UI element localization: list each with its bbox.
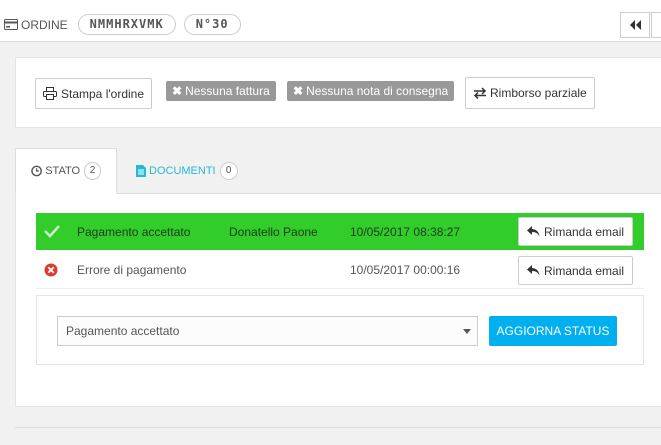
order-title: ORDINE NMMHRXVMK N°30 bbox=[4, 14, 249, 35]
order-header: ORDINE NMMHRXVMK N°30 bbox=[0, 0, 661, 42]
history-status: Pagamento accettato bbox=[77, 224, 191, 239]
previous-order-button[interactable] bbox=[620, 12, 650, 38]
partial-refund-label: Rimborso parziale bbox=[490, 86, 587, 100]
reply-icon bbox=[527, 226, 540, 237]
no-delivery-badge: ✖ Nessuna nota di consegna bbox=[287, 81, 455, 101]
double-chevron-left-icon bbox=[630, 20, 641, 30]
status-update-form: Pagamento accettato AGGIORNA STATUS bbox=[36, 295, 644, 365]
file-icon bbox=[136, 165, 146, 177]
order-reference: NMMHRXVMK bbox=[77, 14, 176, 35]
close-icon: ✖ bbox=[293, 84, 304, 98]
print-order-label: Stampa l'ordine bbox=[61, 86, 145, 101]
resend-email-button[interactable]: Rimanda email bbox=[518, 217, 634, 246]
history-employee: Donatello Paone bbox=[229, 224, 318, 239]
error-icon bbox=[44, 263, 58, 277]
status-select-value: Pagamento accettato bbox=[66, 324, 180, 338]
status-select[interactable]: Pagamento accettato bbox=[57, 316, 478, 346]
reply-icon bbox=[527, 265, 540, 276]
tab-documents-count: 0 bbox=[219, 162, 238, 180]
history-date: 10/05/2017 00:00:16 bbox=[350, 263, 461, 277]
no-invoice-label: Nessuna fattura bbox=[185, 84, 270, 98]
resend-email-button[interactable]: Rimanda email bbox=[518, 256, 634, 285]
no-invoice-badge: ✖ Nessuna fattura bbox=[166, 81, 276, 101]
tab-status[interactable]: STATO 2 bbox=[15, 148, 117, 194]
resend-email-label: Rimanda email bbox=[544, 224, 625, 239]
no-delivery-label: Nessuna nota di consegna bbox=[306, 84, 449, 98]
credit-card-icon bbox=[4, 19, 18, 30]
tab-status-count: 2 bbox=[84, 162, 101, 180]
print-order-button[interactable]: Stampa l'ordine bbox=[35, 78, 153, 109]
clock-icon bbox=[31, 165, 42, 177]
resend-email-label: Rimanda email bbox=[544, 263, 625, 278]
exchange-icon bbox=[473, 87, 487, 99]
close-icon: ✖ bbox=[172, 84, 183, 98]
tab-status-label: STATO bbox=[45, 165, 81, 177]
partial-refund-button[interactable]: Rimborso parziale bbox=[465, 77, 595, 109]
order-number: N°30 bbox=[183, 14, 241, 35]
history-date: 10/05/2017 08:38:27 bbox=[350, 224, 461, 239]
history-status: Errore di pagamento bbox=[77, 263, 187, 277]
history-row: Errore di pagamento 10/05/2017 00:00:16 … bbox=[36, 252, 644, 289]
caret-down-icon bbox=[463, 329, 471, 334]
order-label: ORDINE bbox=[21, 17, 68, 32]
check-icon bbox=[44, 225, 60, 238]
tab-documents[interactable]: DOCUMENTI 0 bbox=[121, 148, 253, 194]
printer-icon bbox=[43, 87, 57, 100]
update-status-button[interactable]: AGGIORNA STATUS bbox=[489, 316, 617, 346]
history-row: Pagamento accettato Donatello Paone 10/0… bbox=[36, 213, 644, 250]
panel-divider bbox=[15, 427, 661, 428]
next-order-button[interactable] bbox=[651, 12, 661, 38]
tab-documents-label: DOCUMENTI bbox=[149, 165, 216, 177]
